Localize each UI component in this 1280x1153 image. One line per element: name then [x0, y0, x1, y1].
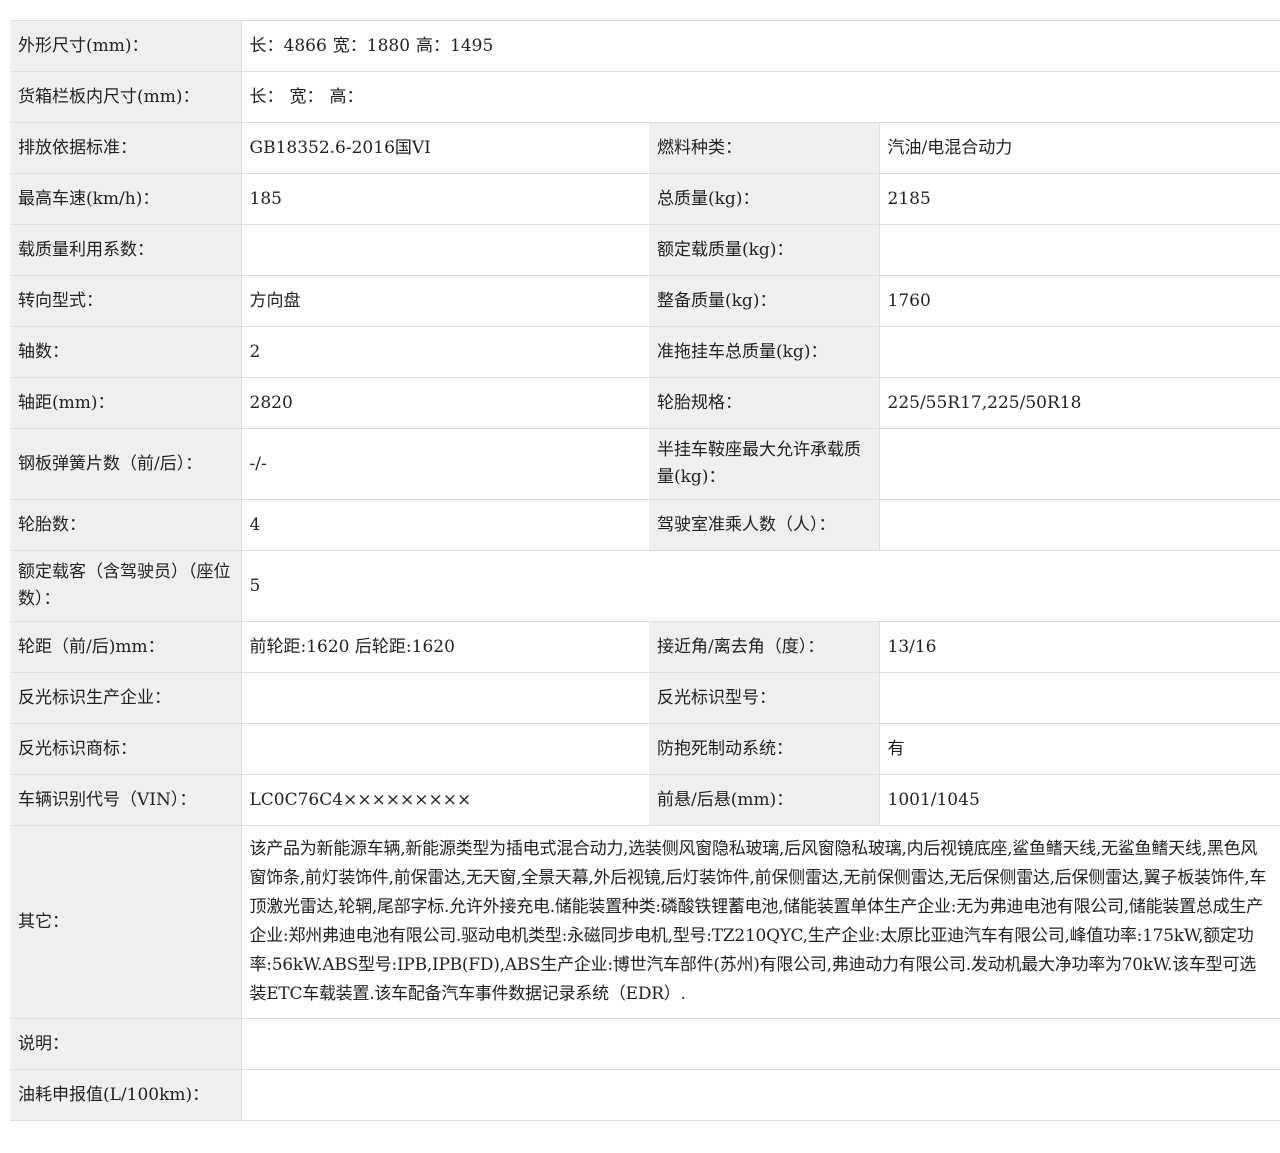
fuel-consumption-label: 油耗申报值(L/100km)： — [10, 1069, 241, 1121]
gross-mass-label: 总质量(kg)： — [649, 173, 879, 225]
curb-weight-value: 1760 — [878, 275, 1280, 327]
table-row: 额定载客（含驾驶员）（座位数）： 5 — [10, 550, 1280, 622]
width-label: 宽： — [332, 35, 367, 56]
angles-value: 13/16 — [878, 621, 1280, 673]
overhang-value: 1001/1045 — [878, 774, 1280, 826]
table-row: 油耗申报值(L/100km)： — [10, 1069, 1280, 1121]
saddle-load-value — [878, 428, 1280, 500]
wheelbase-value: 2820 — [240, 377, 649, 429]
wheelbase-label: 轴距(mm)： — [10, 377, 241, 429]
fuel-value: 汽油/电混合动力 — [878, 122, 1280, 174]
tire-count-label: 轮胎数： — [10, 499, 241, 551]
cab-occupants-value — [878, 499, 1280, 551]
table-row: 最高车速(km/h)： 185 总质量(kg)： 2185 — [10, 173, 1280, 225]
table-row: 外形尺寸(mm)： 长：4866 宽：1880 高：1495 — [10, 20, 1280, 72]
table-row: 轮距（前/后)mm： 前轮距:1620 后轮距:1620 接近角/离去角（度）：… — [10, 621, 1280, 673]
table-row: 说明： — [10, 1018, 1280, 1070]
steering-label: 转向型式： — [10, 275, 241, 327]
steering-value: 方向盘 — [240, 275, 649, 327]
emission-label: 排放依据标准： — [10, 122, 241, 174]
dimensions-label: 外形尺寸(mm)： — [10, 20, 241, 72]
height-label: 高： — [416, 35, 451, 56]
tires-value: 225/55R17,225/50R18 — [878, 377, 1280, 429]
table-row: 轮胎数： 4 驾驶室准乘人数（人）： — [10, 499, 1280, 551]
load-coefficient-label: 载质量利用系数： — [10, 224, 241, 276]
table-row: 转向型式： 方向盘 整备质量(kg)： 1760 — [10, 275, 1280, 327]
cab-occupants-label: 驾驶室准乘人数（人）： — [649, 499, 879, 551]
table-row: 反光标识商标： 防抱死制动系统： 有 — [10, 723, 1280, 775]
dimensions-value: 长：4866 宽：1880 高：1495 — [240, 20, 1280, 72]
overhang-label: 前悬/后悬(mm)： — [649, 774, 879, 826]
axles-label: 轴数： — [10, 326, 241, 378]
load-coefficient-value — [240, 224, 649, 276]
other-value: 该产品为新能源车辆,新能源类型为插电式混合动力,选装侧风窗隐私玻璃,后风窗隐私玻… — [240, 825, 1280, 1019]
saddle-load-label: 半挂车鞍座最大允许承载质量(kg)： — [649, 428, 879, 500]
table-row: 轴距(mm)： 2820 轮胎规格： 225/55R17,225/50R18 — [10, 377, 1280, 429]
cargo-box-label: 货箱栏板内尺寸(mm)： — [10, 71, 241, 123]
table-row: 车辆识别代号（VIN）： LC0C76C4××××××××× 前悬/后悬(mm)… — [10, 774, 1280, 826]
vin-label: 车辆识别代号（VIN）： — [10, 774, 241, 826]
rated-load-label: 额定载质量(kg)： — [649, 224, 879, 276]
curb-weight-label: 整备质量(kg)： — [649, 275, 879, 327]
table-row: 轴数： 2 准拖挂车总质量(kg)： — [10, 326, 1280, 378]
table-row: 其它： 该产品为新能源车辆,新能源类型为插电式混合动力,选装侧风窗隐私玻璃,后风… — [10, 825, 1280, 1019]
cargo-width-label: 宽： — [289, 86, 324, 107]
table-row: 反光标识生产企业： 反光标识型号： — [10, 672, 1280, 724]
length-value: 4866 — [283, 35, 327, 56]
table-row: 货箱栏板内尺寸(mm)： 长： 宽： 高： — [10, 71, 1280, 123]
reflector-brand-value — [240, 723, 649, 775]
reflector-brand-label: 反光标识商标： — [10, 723, 241, 775]
width-value: 1880 — [366, 35, 411, 56]
angles-label: 接近角/离去角（度）： — [649, 621, 879, 673]
description-value — [240, 1018, 1280, 1070]
cargo-height-label: 高： — [329, 86, 364, 107]
length-label: 长： — [249, 35, 284, 56]
vehicle-spec-table: 外形尺寸(mm)： 长：4866 宽：1880 高：1495 货箱栏板内尺寸(mm)… — [10, 20, 1280, 1121]
reflector-model-value — [878, 672, 1280, 724]
abs-label: 防抱死制动系统： — [649, 723, 879, 775]
tires-label: 轮胎规格： — [649, 377, 879, 429]
fuel-consumption-value — [240, 1069, 1280, 1121]
description-label: 说明： — [10, 1018, 241, 1070]
max-speed-label: 最高车速(km/h)： — [10, 173, 241, 225]
passengers-label: 额定载客（含驾驶员）（座位数）： — [10, 550, 241, 622]
track-value: 前轮距:1620 后轮距:1620 — [240, 621, 649, 673]
abs-value: 有 — [878, 723, 1280, 775]
table-row: 载质量利用系数： 额定载质量(kg)： — [10, 224, 1280, 276]
tire-count-value: 4 — [240, 499, 649, 551]
track-label: 轮距（前/后)mm： — [10, 621, 241, 673]
vin-value: LC0C76C4××××××××× — [240, 774, 649, 826]
fuel-label: 燃料种类： — [649, 122, 879, 174]
table-row: 钢板弹簧片数（前/后）： -/- 半挂车鞍座最大允许承载质量(kg)： — [10, 428, 1280, 500]
emission-value: GB18352.6-2016国VI — [240, 122, 649, 174]
gross-mass-value: 2185 — [878, 173, 1280, 225]
cargo-box-value: 长： 宽： 高： — [240, 71, 1280, 123]
other-label: 其它： — [10, 825, 241, 1019]
leaf-springs-value: -/- — [240, 428, 649, 500]
rated-load-value — [878, 224, 1280, 276]
max-speed-value: 185 — [240, 173, 649, 225]
reflector-maker-label: 反光标识生产企业： — [10, 672, 241, 724]
table-row: 排放依据标准： GB18352.6-2016国VI 燃料种类： 汽油/电混合动力 — [10, 122, 1280, 174]
height-value: 1495 — [450, 35, 494, 56]
cargo-length-label: 长： — [249, 86, 284, 107]
trailer-mass-value — [878, 326, 1280, 378]
passengers-value: 5 — [240, 550, 1280, 622]
axles-value: 2 — [240, 326, 649, 378]
leaf-springs-label: 钢板弹簧片数（前/后）： — [10, 428, 241, 500]
reflector-model-label: 反光标识型号： — [649, 672, 879, 724]
reflector-maker-value — [240, 672, 649, 724]
trailer-mass-label: 准拖挂车总质量(kg)： — [649, 326, 879, 378]
